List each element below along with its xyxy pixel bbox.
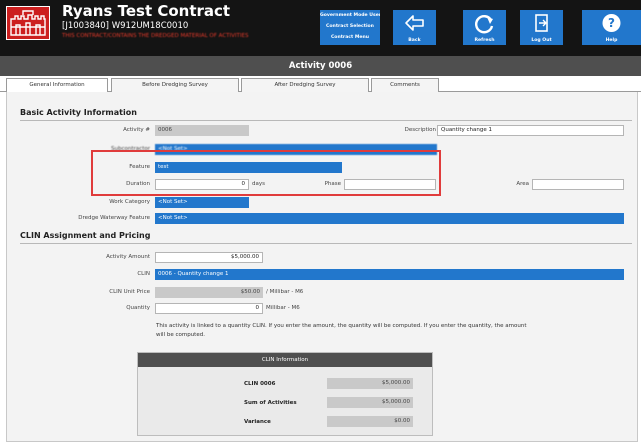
help-question-icon: ? <box>602 14 621 32</box>
section-divider <box>20 120 632 121</box>
clin-select[interactable]: 0006 - Quantity change 1 <box>155 269 624 280</box>
contract-selection-button[interactable]: Contract Selection <box>320 21 380 32</box>
clin-information-header: CLIN Information <box>138 353 432 367</box>
refresh-icon <box>475 15 494 34</box>
tab-after-dredging-survey[interactable]: After Dredging Survey <box>241 78 369 92</box>
contract-menu-button[interactable]: Contract Menu <box>320 32 380 43</box>
dredge-waterway-feature-label: Dredge Waterway Feature <box>78 215 150 221</box>
government-mode-users-button[interactable]: Government Mode Users <box>320 10 380 21</box>
logout-label: Log Out <box>531 38 552 43</box>
castle-logo-icon <box>6 6 50 40</box>
highlight-box <box>91 150 441 196</box>
app-title: Ryans Test Contract <box>62 2 231 20</box>
refresh-button[interactable]: Refresh <box>463 10 506 45</box>
clin-section-title: CLIN Assignment and Pricing <box>20 231 151 240</box>
app-header: Ryans Test Contract [J1003840] W912UM18C… <box>0 0 641 56</box>
clin-note-text: This activity is linked to a quantity CL… <box>156 323 527 338</box>
clin-unit-price-field: $50.00 <box>155 287 263 298</box>
unit-price-unit: / Millibar - M6 <box>266 289 304 295</box>
clin-information-box: CLIN Information CLIN 0006 $5,000.00 Sum… <box>137 352 433 436</box>
tab-comments[interactable]: Comments <box>371 78 439 92</box>
help-button[interactable]: ? Help <box>582 10 641 45</box>
clin-info-label: CLIN 0006 <box>244 381 276 387</box>
warning-text: THIS CONTRACT/CONTAINS THE DREDGED MATER… <box>62 33 249 39</box>
contract-number: [J1003840] W912UM18C0010 <box>62 21 189 31</box>
refresh-label: Refresh <box>474 38 495 43</box>
tab-before-dredging-survey[interactable]: Before Dredging Survey <box>111 78 239 92</box>
clin-label: CLIN <box>137 271 150 277</box>
description-input[interactable]: Quantity change 1 <box>437 125 624 136</box>
sum-of-activities-value: $5,000.00 <box>327 397 413 408</box>
activity-number-field: 0006 <box>155 125 249 136</box>
description-label: Description <box>404 127 436 133</box>
back-button[interactable]: Back <box>393 10 436 45</box>
mode-menu: Government Mode Users Contract Selection… <box>320 10 380 45</box>
variance-value: $0.00 <box>327 416 413 427</box>
tab-general-information[interactable]: General Information <box>6 78 108 93</box>
help-label: Help <box>605 38 618 43</box>
quantity-unit: Millibar - M6 <box>266 305 300 311</box>
back-arrow-icon <box>405 15 424 31</box>
area-input[interactable] <box>532 179 624 190</box>
svg-text:?: ? <box>608 16 615 30</box>
basic-activity-section-title: Basic Activity Information <box>20 108 137 117</box>
tab-strip: General Information Before Dredging Surv… <box>0 76 641 93</box>
activity-amount-input[interactable]: $5,000.00 <box>155 252 263 263</box>
work-category-label: Work Category <box>109 199 150 205</box>
activity-title-bar: Activity 0006 <box>0 56 641 76</box>
area-label: Area <box>516 181 529 187</box>
logout-button[interactable]: Log Out <box>520 10 563 45</box>
dredge-waterway-feature-select[interactable]: <Not Set> <box>155 213 624 224</box>
quantity-label: Quantity <box>126 305 150 311</box>
clin-info-value: $5,000.00 <box>327 378 413 389</box>
sum-of-activities-label: Sum of Activities <box>244 400 297 406</box>
work-category-select[interactable]: <Not Set> <box>155 197 249 208</box>
clin-unit-price-label: CLIN Unit Price <box>109 289 150 295</box>
section-divider <box>20 243 632 244</box>
quantity-input[interactable]: 0 <box>155 303 263 314</box>
activity-number-label: Activity # <box>123 127 150 133</box>
activity-amount-label: Activity Amount <box>106 254 150 260</box>
back-label: Back <box>408 38 421 43</box>
variance-label: Variance <box>244 419 271 425</box>
logout-door-icon <box>535 14 548 32</box>
